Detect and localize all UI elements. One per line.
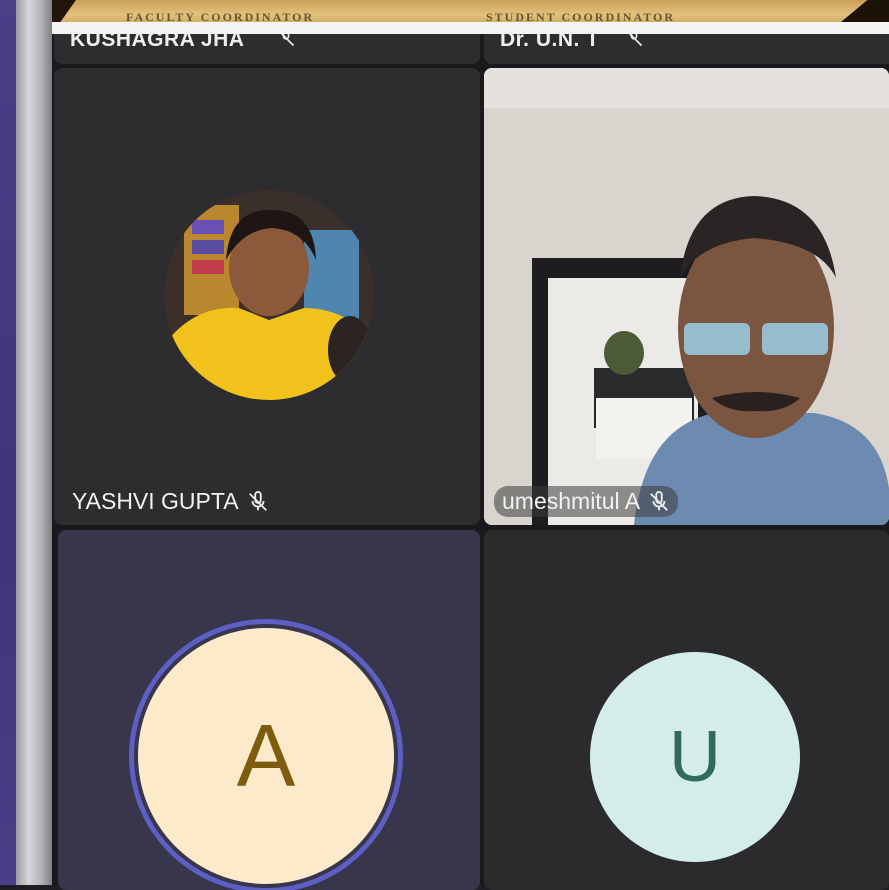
banner-edge [841,0,889,22]
device-bezel [16,0,52,885]
avatar-initial: U [669,717,721,797]
shared-banner: FACULTY COORDINATOR STUDENT COORDINATOR [52,0,889,22]
banner-caption-faculty: FACULTY COORDINATOR [126,10,315,22]
participant-name: Dr. U.N. T [500,34,600,51]
participant-video [484,68,889,525]
participant-tile-kushagra[interactable]: KUSHAGRA JHA [54,34,480,64]
profile-photo [164,190,374,400]
mic-off-icon [280,34,295,47]
meeting-grid: FACULTY COORDINATOR STUDENT COORDINATOR … [52,0,889,890]
participant-name: YASHVI GUPTA [72,488,239,514]
participant-name-label: umeshmitul A [494,486,679,517]
banner-edge [52,0,76,22]
background-strip [0,0,16,885]
profile-photo-image [164,190,374,400]
participant-tile-yashvi[interactable]: YASHVI GUPTA [54,68,480,525]
participant-name: umeshmitul A [502,488,641,514]
avatar: U [590,652,800,862]
participant-name: KUSHAGRA JHA [70,34,245,51]
avatar: A [138,628,394,884]
participant-tile-a[interactable]: A [58,530,480,890]
mic-off-icon [628,34,643,47]
participant-name-label: YASHVI GUPTA [72,488,269,515]
banner-caption-student: STUDENT COORDINATOR [486,10,676,22]
participant-tile-umesh[interactable]: umeshmitul A [484,68,889,525]
avatar-initial: A [236,706,296,805]
mic-off-icon [650,490,668,511]
participant-tile-dr-unt[interactable]: Dr. U.N. T [484,34,889,64]
divider [52,22,889,34]
participant-tile-u[interactable]: U [484,530,889,890]
mic-off-icon [248,490,267,511]
